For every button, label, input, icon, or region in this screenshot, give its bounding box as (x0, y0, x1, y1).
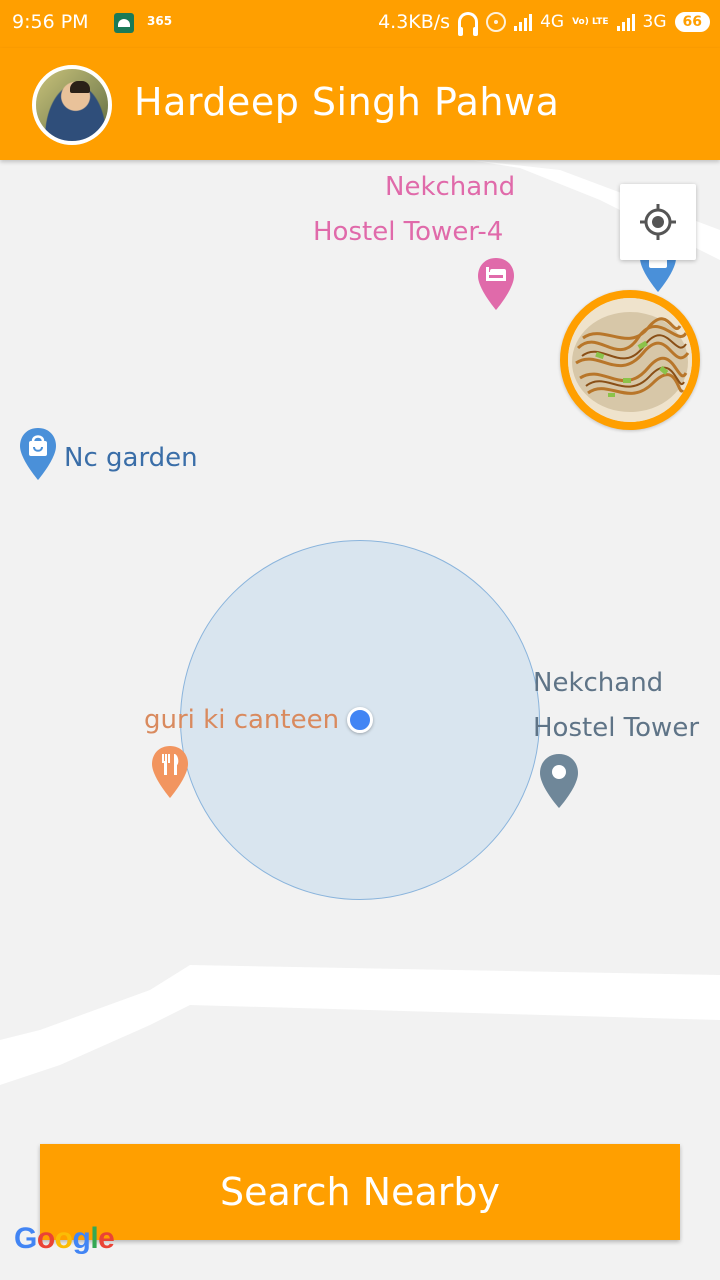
user-avatar[interactable] (32, 65, 112, 145)
google-logo-letter: g (72, 1222, 91, 1255)
google-logo-letter: e (98, 1222, 115, 1255)
google-logo-letter: l (90, 1222, 99, 1255)
android-notification-icon (114, 13, 134, 33)
battery-icon: 66 (674, 12, 710, 32)
place-label-guri-ki-canteen[interactable]: guri ki canteen (144, 698, 339, 743)
app-bar: Hardeep Singh Pahwa (0, 48, 720, 160)
google-logo-letter: G (14, 1222, 37, 1255)
map-view[interactable]: Nekchand Hostel Tower-4 Nc garden guri k… (0, 160, 720, 1280)
google-logo-letter: o (54, 1222, 73, 1255)
hotel-pin-icon[interactable] (476, 256, 516, 312)
place-label-nc-garden[interactable]: Nc garden (64, 436, 198, 481)
google-logo: Google (14, 1222, 115, 1256)
signal-strength-icon (514, 13, 533, 31)
food-thumbnail[interactable] (560, 290, 700, 430)
status-time: 9:56 PM (12, 11, 89, 33)
search-nearby-button[interactable]: Search Nearby (40, 1144, 680, 1240)
restaurant-pin-icon[interactable] (150, 744, 190, 800)
hotspot-icon (486, 12, 507, 32)
network-speed: 4.3KB/s (378, 11, 451, 33)
user-name: Hardeep Singh Pahwa (134, 80, 560, 124)
noodles-image (568, 298, 692, 422)
network-type-4g: 4G (540, 12, 565, 32)
place-pin-icon[interactable] (538, 752, 580, 810)
my-location-button[interactable] (620, 184, 696, 260)
crosshair-icon (640, 204, 676, 240)
volte-icon: Vo) LTE (572, 16, 609, 27)
headphone-icon (458, 12, 479, 36)
place-label-hostel-tower-4-line1[interactable]: Nekchand (385, 165, 515, 210)
google-logo-letter: o (36, 1222, 55, 1255)
place-label-hostel-tower-line2[interactable]: Hostel Tower (533, 706, 699, 751)
my-location-dot (347, 707, 373, 733)
app-365-icon: 365 (147, 14, 173, 28)
signal-strength-icon-2 (616, 13, 635, 31)
status-indicators: 4.3KB/s 4G Vo) LTE 3G 66 (378, 11, 710, 36)
status-bar: 9:56 PM 365 4.3KB/s 4G Vo) LTE 3G 66 (0, 0, 720, 48)
place-label-hostel-tower-4-line2[interactable]: Hostel Tower-4 (313, 210, 503, 255)
place-label-hostel-tower-line1[interactable]: Nekchand (533, 661, 663, 706)
shopping-pin-icon[interactable] (18, 426, 58, 482)
network-type-3g: 3G (642, 12, 667, 32)
